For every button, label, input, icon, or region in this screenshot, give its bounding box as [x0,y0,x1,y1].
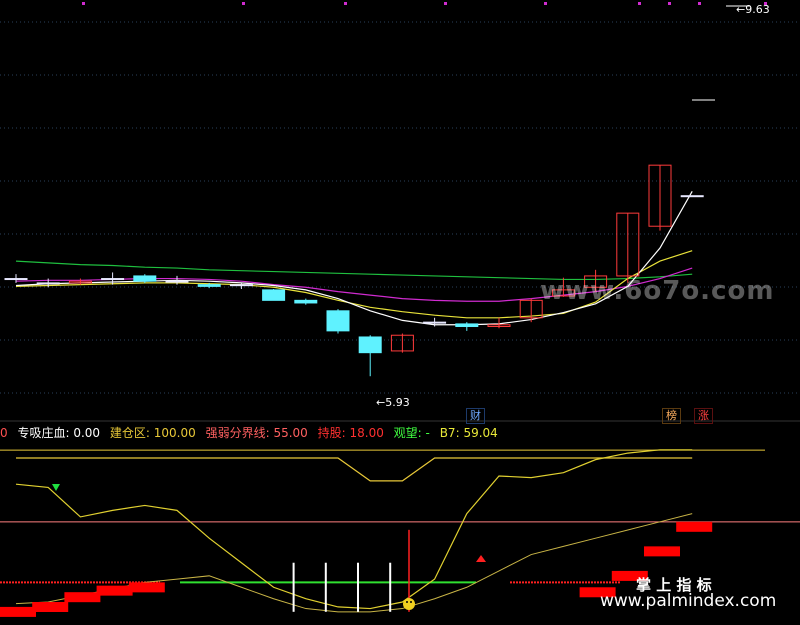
candle-body [229,284,253,287]
candle-body [358,336,382,354]
price-high-label: ←9.63 [736,3,770,16]
tag-zhang[interactable]: 涨 [694,408,713,424]
red-step-block [644,546,680,557]
watermark-lower-url: www.palmindex.com [600,591,777,611]
green-down-triangle [52,484,60,491]
smiley-eye [406,601,408,603]
candle-body [423,321,447,324]
red-step-block [676,521,713,532]
indicator-item-5: B7: 59.04 [439,426,498,440]
indicator-prefix: 0 [0,426,8,440]
marker-dot [544,2,547,5]
indicator-item-1: 建仓区: 100.00 [109,426,196,440]
tag-cai[interactable]: 财 [466,408,485,424]
red-step-block [0,606,36,617]
marker-dot [344,2,347,5]
candle-body [4,278,28,281]
marker-dot [444,2,447,5]
indicator-item-3: 持股: 18.00 [317,426,384,440]
red-up-triangle [476,555,486,562]
marker-dot [242,2,245,5]
candle-body [294,299,318,304]
marker-dot [668,2,671,5]
indicator-item-2: 强弱分界线: 55.00 [205,426,308,440]
red-step-block [32,602,69,612]
marker-dot [82,2,85,5]
indicator-legend: 0 专吸庄血: 0.00 建仓区: 100.00 强弱分界线: 55.00 持股… [0,424,504,440]
candle-body [680,195,704,198]
smiley-icon [403,598,415,610]
tag-bang[interactable]: 榜 [662,408,681,424]
chart-canvas [0,2,800,617]
candle-body [36,282,60,285]
smiley-eye [410,601,412,603]
red-step-block [64,592,101,603]
indicator-item-4: 观望: - [393,426,430,440]
marker-dot [638,2,641,5]
red-step-block [128,582,165,593]
candle-body [326,310,350,332]
watermark-upper: www.6o7o.com [540,276,775,306]
price-low-label: ←5.93 [376,396,410,409]
marker-dot [698,2,701,5]
candle-body [101,278,125,281]
red-step-block [96,585,133,596]
candle-body [197,284,221,287]
b7-line [15,449,693,610]
candle-body [262,289,286,301]
candle-body [133,275,157,282]
indicator-item-0: 专吸庄血: 0.00 [17,426,101,440]
candle-body [165,280,189,283]
candle-body [455,323,479,328]
chart-stage: 0 专吸庄血: 0.00 建仓区: 100.00 强弱分界线: 55.00 持股… [0,0,800,625]
